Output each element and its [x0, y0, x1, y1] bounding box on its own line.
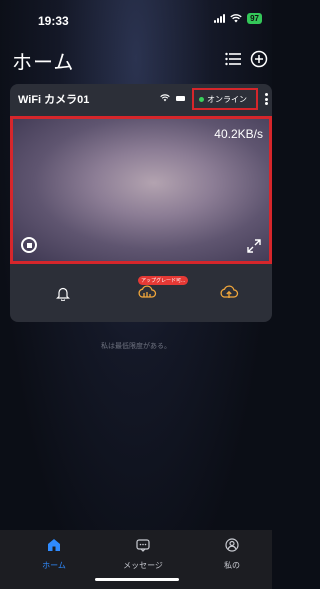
profile-icon	[225, 538, 239, 552]
online-status-badge: オンライン	[192, 88, 258, 110]
home-indicator[interactable]	[95, 578, 179, 581]
device-name: WiFi カメラ01	[18, 94, 90, 106]
tab-home-label: ホーム	[42, 561, 66, 570]
device-card[interactable]: WiFi カメラ01 オンライン 40.2KB/s アップグレード可...	[10, 84, 272, 322]
cellular-signal-icon	[214, 14, 226, 23]
status-time: 19:33	[38, 14, 69, 28]
home-icon	[48, 539, 60, 551]
wifi-icon	[230, 14, 242, 23]
upgrade-badge[interactable]: アップグレード可...	[138, 276, 189, 285]
tab-profile-label: 私の	[224, 561, 240, 570]
device-wifi-icon	[160, 94, 170, 102]
online-dot-icon	[199, 96, 204, 102]
tab-messages-label: メッセージ	[123, 561, 163, 570]
fullscreen-icon[interactable]	[247, 239, 261, 253]
video-bitrate: 40.2KB/s	[214, 127, 263, 141]
header: ホーム	[0, 42, 272, 78]
stop-icon[interactable]	[21, 237, 37, 253]
tab-profile[interactable]: 私の	[202, 538, 262, 573]
status-indicators: 97	[214, 13, 262, 24]
device-status-icons	[160, 94, 185, 102]
screen: 19:33 97 ホーム WiFi カメラ01 オンライン 40.2KB/s ア…	[0, 0, 272, 589]
page-title: ホーム	[12, 52, 75, 74]
message-icon	[136, 539, 150, 552]
tab-messages[interactable]: メッセージ	[113, 538, 173, 573]
plus-circle-icon[interactable]	[248, 48, 270, 70]
live-video-preview[interactable]: 40.2KB/s	[10, 116, 272, 264]
cloud-upload-icon[interactable]	[216, 280, 242, 306]
device-card-header: WiFi カメラ01 オンライン	[10, 84, 272, 114]
device-actions: アップグレード可...	[10, 266, 272, 322]
device-battery-icon	[176, 95, 185, 101]
bell-icon[interactable]	[50, 280, 76, 306]
more-options-icon[interactable]	[265, 93, 268, 105]
tab-home[interactable]: ホーム	[24, 538, 84, 573]
online-status-text: オンライン	[207, 94, 247, 104]
status-bar: 19:33 97	[0, 0, 272, 36]
list-icon[interactable]	[222, 48, 244, 70]
footer-note: 私は最低限度がある。	[101, 343, 171, 350]
battery-indicator: 97	[247, 13, 262, 24]
